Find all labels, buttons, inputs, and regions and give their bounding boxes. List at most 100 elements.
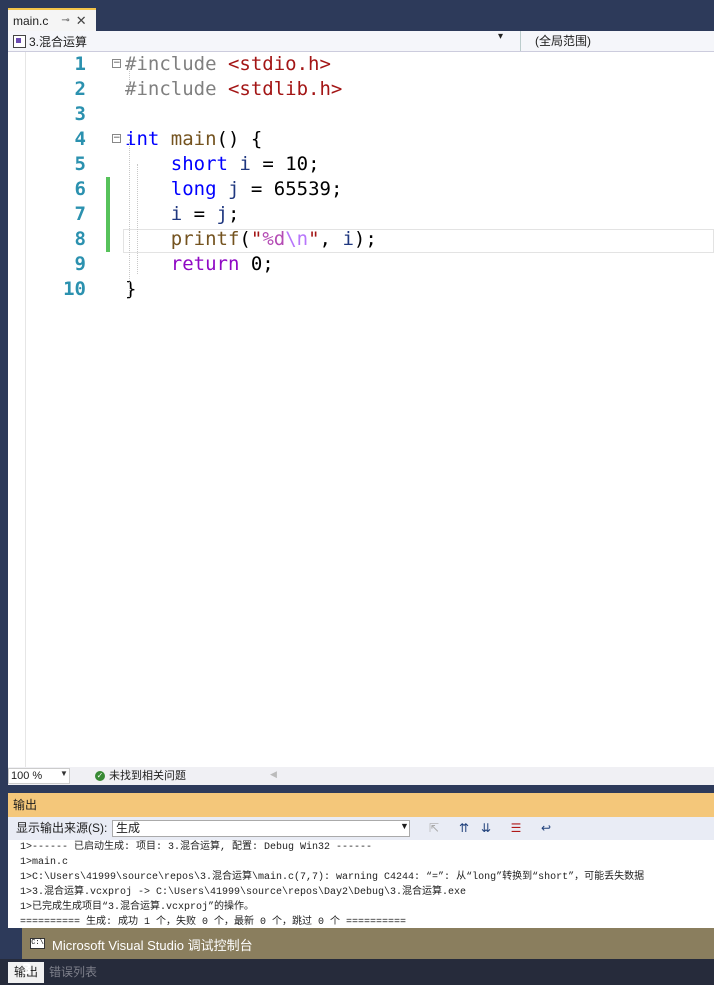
code-token: ( [239, 228, 251, 250]
output-panel-title: 输出 [8, 793, 714, 817]
output-line: 1>main.c [20, 857, 69, 868]
code-token: " [308, 228, 320, 250]
code-line[interactable]: 3 [8, 102, 714, 127]
code-token: main [170, 128, 217, 150]
code-text: printf("%d\n", i); [125, 227, 377, 252]
chevron-down-icon[interactable]: ▾ [498, 31, 503, 42]
scope-dropdown[interactable]: (全局范围) [520, 31, 714, 51]
code-line[interactable]: 4 − int main() { [8, 127, 714, 152]
scroll-left-icon[interactable]: ◀ [270, 769, 277, 780]
code-editor[interactable]: 1− #include <stdio.h> 2 #include <stdlib.h>… [8, 52, 714, 767]
code-token: = 10; [250, 153, 320, 175]
output-text-area[interactable]: 1>------ 已启动生成: 项目: 3.混合运算, 配置: Debug Wi… [8, 840, 714, 928]
code-token: ); [353, 228, 377, 250]
line-number: 9 [74, 253, 86, 275]
navigation-bar: 3.混合运算 ▾ (全局范围) [8, 31, 714, 52]
project-name: 3.混合运算 [29, 34, 88, 49]
debug-console-window[interactable]: C:\ Microsoft Visual Studio 调试控制台 [22, 928, 714, 959]
console-title: Microsoft Visual Studio 调试控制台 [52, 938, 253, 953]
previous-message-icon[interactable]: ⇈ [456, 820, 472, 836]
bottom-tab-strip: 输出 3 错误列表 [0, 959, 714, 985]
code-token: printf [170, 228, 240, 250]
issues-status[interactable]: 未找到相关问题 [109, 768, 186, 784]
code-line[interactable]: 1 − #include <stdio.h> [8, 52, 714, 77]
tab-label: main.c [13, 13, 49, 28]
project-icon [13, 34, 26, 48]
code-token: %d [262, 228, 286, 250]
collapse-icon[interactable]: − [112, 59, 121, 68]
output-line: 1>C:\Users\41999\source\repos\3.混合运算\mai… [20, 872, 645, 883]
output-line: 1>已完成生成项目“3.混合运算.vcxproj”的操作。 [20, 902, 255, 913]
output-line: 1>------ 已启动生成: 项目: 3.混合运算, 配置: Debug Wi… [20, 842, 373, 853]
chevron-down-icon[interactable]: ▼ [60, 769, 68, 778]
code-token: int [125, 128, 160, 150]
code-line[interactable]: 9 return 0; [8, 252, 714, 277]
code-token: #include [125, 53, 228, 75]
line-number: 8 [74, 228, 86, 250]
goto-location-icon[interactable]: ⇱ [426, 820, 442, 836]
line-number: 4 [74, 128, 86, 150]
code-token: <stdlib.h> [227, 78, 343, 100]
code-text: i = j; [125, 202, 240, 227]
output-line: 1>3.混合运算.vcxproj -> C:\Users\41999\sourc… [20, 887, 467, 898]
code-token: i [170, 203, 183, 225]
next-message-icon[interactable]: ⇊ [478, 820, 494, 836]
tab-main-c[interactable]: main.c ⊸ ✕ [8, 8, 96, 31]
editor-status-bar: 100 % ▼ ✓ 未找到相关问题 ◀ [8, 767, 714, 785]
word-wrap-icon[interactable]: ↩ [538, 820, 554, 836]
code-text: return 0; [125, 252, 274, 277]
code-line[interactable]: 7 i = j; [8, 202, 714, 227]
tab-error-list[interactable]: 错误列表 [49, 962, 97, 983]
output-source-select[interactable]: 生成 [112, 820, 410, 837]
code-line[interactable]: 5 short i = 10; [8, 152, 714, 177]
code-token: \n [285, 228, 309, 250]
line-number: 1 [74, 53, 86, 75]
code-token: , [319, 228, 343, 250]
code-token: j [227, 178, 240, 200]
code-text: #include <stdlib.h> [125, 77, 342, 102]
code-token: <stdio.h> [227, 53, 331, 75]
code-line[interactable]: 8 printf("%d\n", i); [8, 227, 714, 252]
code-token: } [125, 278, 137, 300]
line-number: 7 [74, 203, 86, 225]
document-tab-bar [8, 0, 714, 31]
output-source-label: 显示输出来源(S): [16, 821, 108, 835]
project-dropdown[interactable]: 3.混合运算 [10, 32, 512, 50]
code-token: = 65539; [239, 178, 343, 200]
code-token: i [239, 153, 251, 175]
output-line: ========== 生成: 成功 1 个，失败 0 个，最新 0 个，跳过 0… [20, 917, 407, 928]
line-number: 6 [74, 178, 86, 200]
code-line[interactable]: 2 #include <stdlib.h> [8, 77, 714, 102]
collapse-icon[interactable]: − [112, 134, 121, 143]
output-toolbar: 显示输出来源(S): 生成 ▼ ⇱ ⇈ ⇊ ☰ ↩ [8, 817, 714, 840]
window-frame [0, 0, 8, 985]
code-token: j [216, 203, 228, 225]
console-icon: C:\ [30, 938, 45, 949]
code-token: 0; [239, 253, 274, 275]
change-marker [106, 202, 110, 227]
chevron-down-icon[interactable]: ▼ [400, 821, 409, 831]
code-line[interactable]: 6 long j = 65539; [8, 177, 714, 202]
change-marker [106, 177, 110, 202]
code-token: return [170, 253, 240, 275]
line-number: 3 [74, 103, 86, 125]
line-number: 2 [74, 78, 86, 100]
code-token: ; [228, 203, 240, 225]
code-line[interactable]: 10} [8, 277, 714, 302]
close-icon[interactable]: ✕ [76, 13, 87, 29]
change-marker [106, 227, 110, 252]
code-text: #include <stdio.h> [125, 52, 331, 77]
code-text: } [125, 277, 136, 302]
clear-all-icon[interactable]: ☰ [508, 820, 524, 836]
code-text: int main() { [125, 127, 262, 152]
pin-icon[interactable]: ⊸ [61, 15, 69, 26]
line-number: 10 [63, 278, 86, 300]
